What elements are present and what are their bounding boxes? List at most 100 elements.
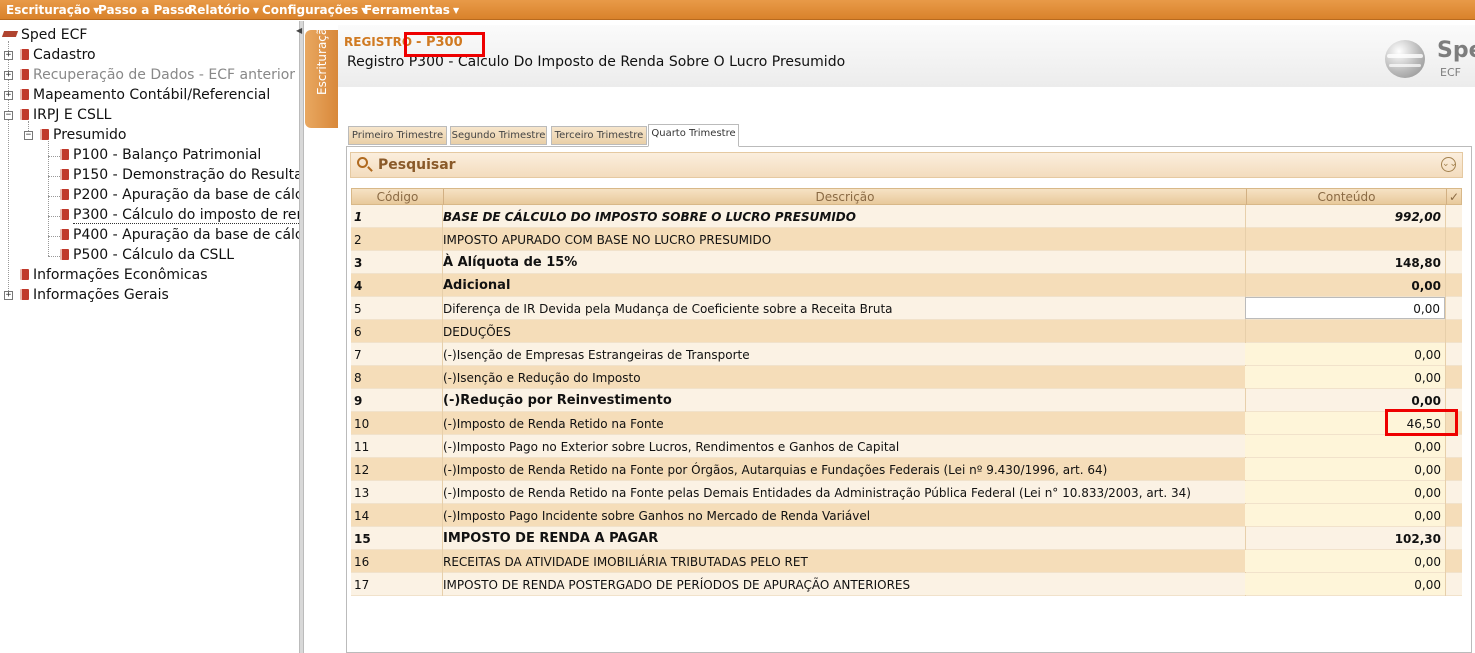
column-divider [1445, 550, 1446, 573]
tree-item-mapeamento[interactable]: Mapeamento Contábil/Referencial [20, 86, 270, 104]
cell-conteudo: 0,00 [1411, 279, 1441, 293]
tree-item-irpj-csll[interactable]: IRPJ E CSLL [20, 106, 111, 124]
cell-codigo: 3 [354, 256, 363, 270]
menu-passo-a-passo[interactable]: Passo a Passo [98, 3, 193, 17]
table-row[interactable]: 10 (-)Imposto de Renda Retido na Fonte 46,… [351, 412, 1462, 435]
cell-codigo: 11 [354, 440, 370, 454]
tree-line [48, 256, 60, 257]
tree-item-p100[interactable]: P100 - Balanço Patrimonial [60, 146, 261, 164]
sped-ecf-logo: Sped ECF [1385, 36, 1475, 84]
column-divider [1445, 251, 1446, 274]
menu-configuracoes[interactable]: Configurações ▼ [262, 3, 367, 17]
table-row[interactable]: 17 IMPOSTO DE RENDA POSTERGADO DE PERÍODO… [351, 573, 1462, 596]
cell-conteudo-input[interactable]: 0,00 [1245, 366, 1445, 388]
cell-codigo: 8 [354, 371, 362, 385]
tab-primeiro-trimestre[interactable]: Primeiro Trimestre [348, 126, 447, 145]
register-header: REGISTRO - P300 Registro P300 - Cálculo D… [338, 25, 1475, 87]
table-row[interactable]: 1 BASE DE CÁLCULO DO IMPOSTO SOBRE O LUCR… [351, 205, 1462, 228]
table-row[interactable]: 14 (-)Imposto Pago Incidente sobre Ganhos… [351, 504, 1462, 527]
column-divider [1445, 274, 1446, 297]
table-row[interactable]: 5 Diferença de IR Devida pela Mudança de … [351, 297, 1462, 320]
book-icon [20, 269, 29, 280]
tree-item-recuperacao[interactable]: Recuperação de Dados - ECF anterior e EC… [20, 66, 299, 84]
cell-conteudo-input[interactable]: 0,00 [1245, 550, 1445, 572]
cell-conteudo-input[interactable]: 0,00 [1245, 573, 1445, 595]
table-row[interactable]: 9 (-)Redução por Reinvestimento 0,00 [351, 389, 1462, 412]
expand-icon[interactable]: + [4, 71, 13, 80]
menu-escrituracao[interactable]: Escrituração ▼ [6, 3, 99, 17]
cell-conteudo-input[interactable]: 0,00 [1245, 435, 1445, 457]
expand-icon[interactable]: + [4, 291, 13, 300]
table-row[interactable]: 4 Adicional 0,00 [351, 274, 1462, 297]
tree-item-presumido[interactable]: Presumido [40, 126, 126, 144]
collapse-arrow-icon[interactable]: ◀ [296, 26, 302, 35]
logo-text: Sped [1437, 38, 1475, 63]
cell-codigo: 17 [354, 578, 370, 592]
collapse-icon[interactable]: − [24, 131, 33, 140]
tree-item-p500[interactable]: P500 - Cálculo da CSLL [60, 246, 234, 264]
book-icon [20, 89, 29, 100]
table-row[interactable]: 12 (-)Imposto de Renda Retido na Fonte po… [351, 458, 1462, 481]
cell-conteudo-input[interactable]: 0,00 [1245, 297, 1445, 319]
column-header-codigo[interactable]: Código [352, 190, 443, 204]
column-divider [1445, 504, 1446, 527]
book-icon [60, 169, 69, 180]
cell-descricao: IMPOSTO APURADO COM BASE NO LUCRO PRESUM… [443, 233, 772, 247]
column-header-descricao[interactable]: Descrição [444, 190, 1246, 204]
tree-item-p300[interactable]: P300 - Cálculo do imposto de renda [60, 206, 299, 224]
tree-root-sped-ecf[interactable]: Sped ECF [1, 26, 87, 44]
table-row[interactable]: 11 (-)Imposto Pago no Exterior sobre Lucr… [351, 435, 1462, 458]
book-icon [20, 109, 29, 120]
collapse-icon[interactable]: − [4, 111, 13, 120]
table-row[interactable]: 7 (-)Isenção de Empresas Estrangeiras de … [351, 343, 1462, 366]
cell-conteudo: 992,00 [1394, 210, 1441, 224]
book-icon [60, 209, 69, 220]
table-row[interactable]: 2 IMPOSTO APURADO COM BASE NO LUCRO PRESU… [351, 228, 1462, 251]
expand-icon[interactable]: + [4, 91, 13, 100]
search-panel-header[interactable]: Pesquisar ⌄⌄ [350, 152, 1463, 178]
column-divider [1445, 297, 1446, 320]
cell-descricao: (-)Isenção e Redução do Imposto [443, 371, 641, 385]
tab-terceiro-trimestre[interactable]: Terceiro Trimestre [551, 126, 647, 145]
table-row[interactable]: 8 (-)Isenção e Redução do Imposto 0,00 [351, 366, 1462, 389]
tree-item-cadastro[interactable]: Cadastro [20, 46, 96, 64]
cell-conteudo-input[interactable]: 0,00 [1245, 343, 1445, 365]
menu-ferramentas[interactable]: Ferramentas ▼ [364, 3, 459, 17]
table-row[interactable]: 6 DEDUÇÕES [351, 320, 1462, 343]
cell-conteudo: 0,00 [1411, 394, 1441, 408]
tree-line [48, 196, 60, 197]
column-header-conteudo[interactable]: Conteúdo [1247, 190, 1446, 204]
table-row[interactable]: 15 IMPOSTO DE RENDA A PAGAR 102,30 [351, 527, 1462, 550]
cell-descricao: (-)Imposto Pago no Exterior sobre Lucros… [443, 440, 900, 454]
cell-descricao: Adicional [443, 278, 511, 293]
tree-item-info-gerais[interactable]: Informações Gerais [20, 286, 169, 304]
panel-splitter[interactable] [299, 21, 304, 653]
logo-subtext: ECF [1440, 66, 1461, 79]
table-row[interactable]: 16 RECEITAS DA ATIVIDADE IMOBILIÁRIA TRIB… [351, 550, 1462, 573]
tree-item-p400[interactable]: P400 - Apuração da base de cálculo [60, 226, 299, 244]
cell-conteudo-input[interactable]: 0,00 [1245, 481, 1445, 503]
tree-item-p200[interactable]: P200 - Apuração da base de cálculo [60, 186, 299, 204]
book-icon [20, 289, 29, 300]
globe-icon [1385, 40, 1425, 78]
expand-icon[interactable]: + [4, 51, 13, 60]
tab-quarto-trimestre[interactable]: Quarto Trimestre [648, 124, 739, 147]
cell-descricao: (-)Imposto Pago Incidente sobre Ganhos n… [443, 509, 871, 523]
tab-escrituracao-vertical[interactable]: Escrituração [305, 20, 338, 128]
checkmark-icon[interactable]: ✓ [1449, 190, 1459, 204]
chevron-down-icon: ▼ [252, 6, 260, 15]
book-icon [20, 49, 29, 60]
tree-item-p150[interactable]: P150 - Demonstração do Resultado [60, 166, 299, 184]
table-row[interactable]: 13 (-)Imposto de Renda Retido na Fonte pe… [351, 481, 1462, 504]
cell-descricao: (-)Imposto de Renda Retido na Fonte por … [443, 463, 1108, 477]
cell-descricao: IMPOSTO DE RENDA POSTERGADO DE PERÍODOS … [443, 578, 911, 592]
cell-conteudo-input[interactable]: 0,00 [1245, 458, 1445, 480]
cell-codigo: 16 [354, 555, 370, 569]
cell-descricao: DEDUÇÕES [443, 325, 511, 339]
cell-conteudo-input[interactable]: 0,00 [1245, 504, 1445, 526]
chevron-double-down-icon[interactable]: ⌄⌄ [1441, 157, 1457, 172]
table-row[interactable]: 3 À Alíquota de 15% 148,80 [351, 251, 1462, 274]
tab-segundo-trimestre[interactable]: Segundo Trimestre [450, 126, 547, 145]
tree-item-info-economicas[interactable]: Informações Econômicas [20, 266, 208, 284]
menu-relatorio[interactable]: Relatório ▼ [188, 3, 259, 17]
